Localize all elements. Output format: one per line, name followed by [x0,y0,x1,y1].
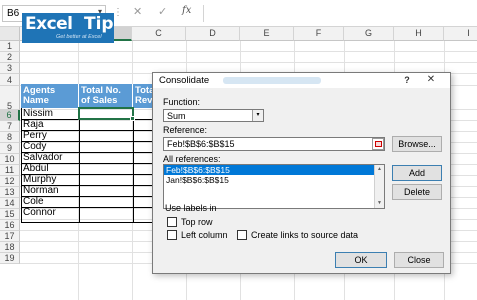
row-header-15[interactable]: 15 [0,209,20,220]
logo-tagline: Get better at Excel [56,34,102,40]
row-header-3[interactable]: 3 [0,63,20,74]
enter-icon[interactable]: ✓ [158,5,167,18]
table-divider [133,108,134,223]
function-select[interactable]: Sum ▾ [163,109,264,122]
help-icon[interactable]: ? [396,74,418,86]
column-header-i[interactable]: I [444,27,477,41]
more-vertical-icon: ⋮ [113,7,123,18]
use-labels-in-label: Use labels in [165,203,217,213]
add-button[interactable]: Add [392,165,442,181]
exceltip-logo: Excel Tip Get better at Excel [22,13,114,43]
column-header-g[interactable]: G [344,27,394,41]
top-row-checkbox[interactable] [167,217,177,227]
header-agents-name[interactable]: Agents Name [21,84,79,108]
row-header-2[interactable]: 2 [0,52,20,63]
create-links-checkbox[interactable] [237,230,247,240]
column-header-h[interactable]: H [394,27,444,41]
grid-line [20,62,477,63]
ok-button[interactable]: OK [335,252,387,268]
column-header-c[interactable]: C [132,27,186,41]
row-header-8[interactable]: 8 [0,132,20,143]
row-header-6[interactable]: 6 [0,110,20,121]
grid-line [20,51,477,52]
row-header-13[interactable]: 13 [0,187,20,198]
left-column-label: Left column [181,230,228,240]
cancel-icon[interactable]: ✕ [133,5,142,18]
row-header-19[interactable]: 19 [0,253,20,264]
collapse-range-icon[interactable] [372,138,384,150]
column-header-d[interactable]: D [186,27,240,41]
row-header-12[interactable]: 12 [0,176,20,187]
dialog-title: Consolidate [159,75,210,86]
column-header-e[interactable]: E [240,27,294,41]
function-label: Function: [163,97,201,107]
create-links-label: Create links to source data [251,230,359,240]
logo-tip-text: Tip [84,14,114,34]
all-references-label: All references: [163,154,221,164]
chevron-down-icon[interactable]: ▾ [252,110,263,121]
row-header-9[interactable]: 9 [0,143,20,154]
scroll-down-icon[interactable]: ▼ [375,199,384,208]
row-header-4[interactable]: 4 [0,74,20,86]
active-cell-b6[interactable] [78,107,135,121]
left-column-checkbox[interactable] [167,230,177,240]
logo-excel-text: Excel [25,14,73,34]
dialog-title-bar[interactable]: Consolidate ? ✕ [153,73,450,88]
row-header-5[interactable]: 5 [0,86,20,111]
list-item[interactable]: Jan!$B$6:$B$15 [164,175,384,185]
reference-input[interactable]: Feb!$B$6:$B$15 [163,137,385,151]
row-header-18[interactable]: 18 [0,242,20,253]
name-box-value: B6 [7,8,20,19]
column-header-f[interactable]: F [294,27,344,41]
row-header-1[interactable]: 1 [0,41,20,52]
row-header-16[interactable]: 16 [0,220,20,231]
header-total-revenue[interactable]: Tota Rev [133,84,153,108]
row-header-14[interactable]: 14 [0,198,20,209]
top-row-label: Top row [181,217,213,227]
close-icon[interactable]: ✕ [420,74,442,86]
fill-handle[interactable] [130,116,135,121]
formula-input[interactable] [203,5,477,22]
reference-label: Reference: [163,125,208,135]
list-scrollbar[interactable]: ▲ ▼ [374,165,384,208]
row-header-7[interactable]: 7 [0,121,20,132]
function-value: Sum [167,111,186,121]
delete-button[interactable]: Delete [392,184,442,200]
row-header-17[interactable]: 17 [0,231,20,242]
consolidate-dialog: Consolidate ? ✕ Function: Sum ▾ Referenc… [152,72,451,274]
close-button[interactable]: Close [394,252,444,268]
insert-function-button[interactable]: fx [182,5,191,16]
list-item[interactable]: Feb!$B$6:$B$15 [164,165,384,175]
scroll-up-icon[interactable]: ▲ [375,165,384,174]
table-divider [79,108,80,223]
row-header-11[interactable]: 11 [0,165,20,176]
row-header-10[interactable]: 10 [0,154,20,165]
header-total-sales[interactable]: Total No. of Sales [79,84,133,108]
browse-button[interactable]: Browse... [392,136,442,152]
title-blur [223,77,321,84]
select-all-corner[interactable] [0,27,20,41]
